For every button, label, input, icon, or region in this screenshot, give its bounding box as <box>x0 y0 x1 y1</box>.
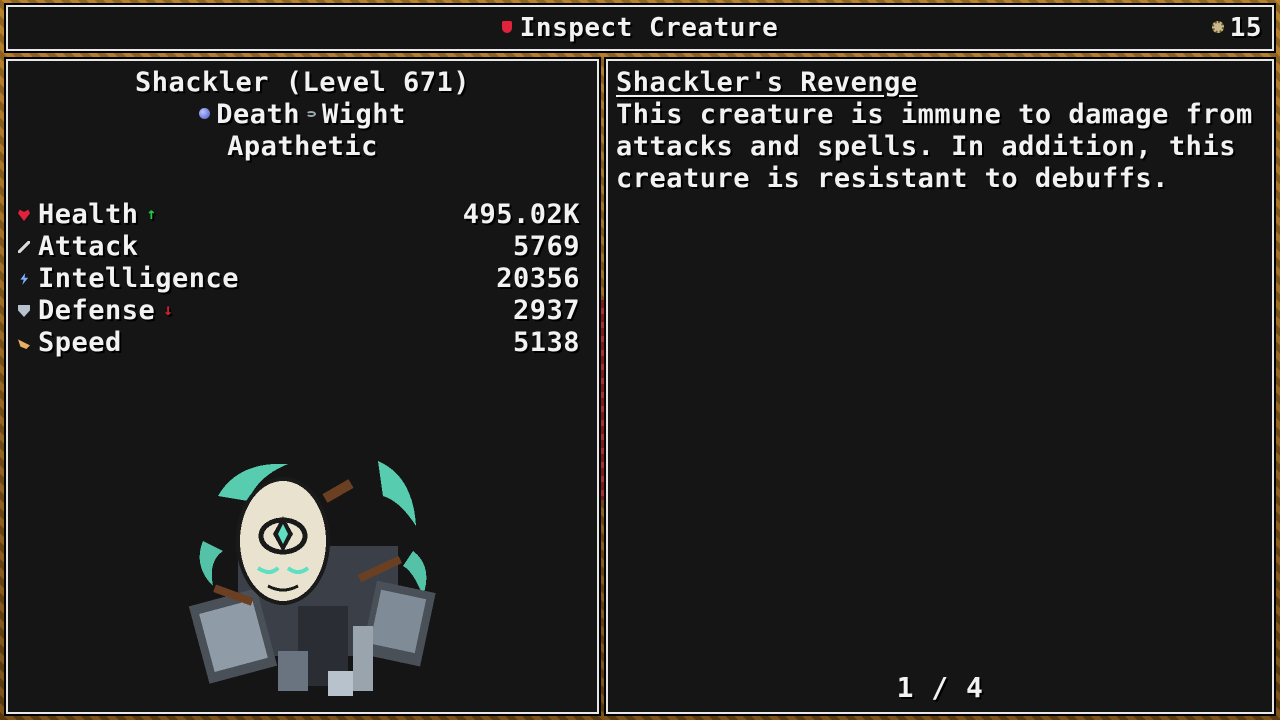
title-label: Inspect Creature <box>519 13 779 43</box>
stat-row-attack: Attack 5769 <box>18 231 580 263</box>
stat-value: 2937 <box>512 295 580 326</box>
stat-down-arrow-icon: ↓ <box>163 300 174 319</box>
background-strip <box>599 300 606 500</box>
stat-row-defense: Defense ↓ 2937 <box>18 295 580 327</box>
stat-value: 20356 <box>496 263 580 294</box>
gear-coin-icon <box>1211 21 1224 33</box>
ability-panel: Shackler's Revenge This creature is immu… <box>606 59 1274 714</box>
wight-icon <box>306 111 316 117</box>
stat-row-intelligence: Intelligence 20356 <box>18 263 580 295</box>
title-bar: Inspect Creature 15 <box>6 5 1274 51</box>
stat-row-health: Health ↑ 495.02K <box>18 199 580 231</box>
heart-icon <box>18 209 30 221</box>
stat-value: 495.02K <box>462 199 580 230</box>
creature-sprite <box>188 461 436 696</box>
stat-name: Speed <box>38 327 122 358</box>
sword-icon <box>18 241 30 253</box>
death-orb-icon <box>199 108 211 119</box>
creature-name-level: Shackler (Level 671) <box>134 67 471 98</box>
stat-value: 5769 <box>512 231 580 262</box>
stat-name: Intelligence <box>38 263 240 294</box>
creature-stats-panel: Shackler (Level 671) Death Wight Apatheti… <box>6 59 599 714</box>
type-secondary: Wight <box>322 99 406 130</box>
ability-title: Shackler's Revenge <box>616 67 918 98</box>
currency-counter: 15 <box>1211 13 1262 43</box>
wing-icon <box>18 339 30 349</box>
window-title: Inspect Creature <box>8 13 1272 43</box>
page-indicator[interactable]: 1 / 4 <box>608 671 1272 704</box>
stat-up-arrow-icon: ↑ <box>146 204 157 223</box>
type-primary: Death <box>216 99 300 130</box>
ability-description: This creature is immune to damage from a… <box>616 99 1253 194</box>
bolt-icon <box>20 273 29 285</box>
stat-name: Health ↑ <box>38 199 157 230</box>
creature-trait: Apathetic <box>227 131 378 162</box>
stat-row-speed: Speed 5138 <box>18 327 580 359</box>
stat-value: 5138 <box>512 327 580 358</box>
shield-icon <box>18 305 30 317</box>
stat-name: Attack <box>38 231 139 262</box>
currency-count: 15 <box>1229 13 1262 43</box>
stat-name: Defense ↓ <box>38 295 174 326</box>
creature-types: Death Wight <box>8 99 597 130</box>
shield-icon <box>501 21 512 33</box>
